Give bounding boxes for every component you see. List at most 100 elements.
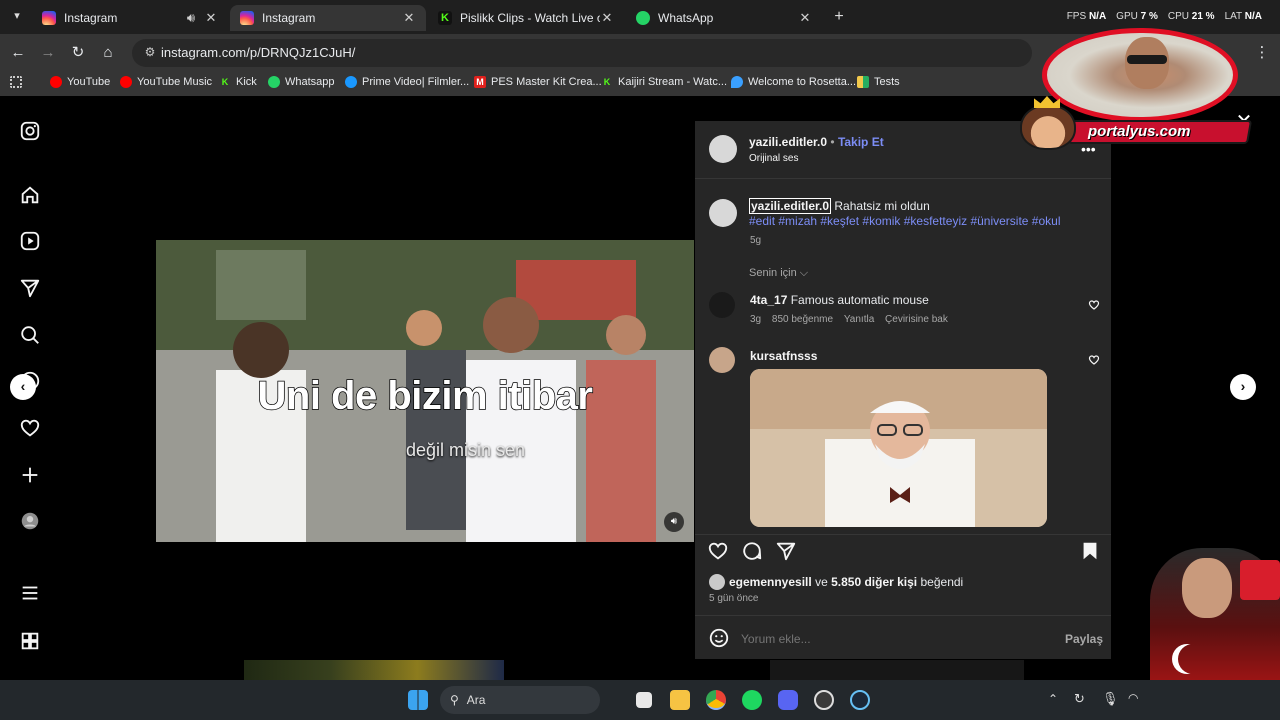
back-arrow-icon[interactable]: ← bbox=[8, 43, 28, 63]
taskbar-search[interactable]: ⚲ Ara bbox=[440, 686, 600, 714]
chrome-icon[interactable] bbox=[706, 690, 726, 710]
tab-search-chevron-icon[interactable]: ▾ bbox=[10, 9, 24, 23]
forward-arrow-icon[interactable]: → bbox=[38, 43, 58, 63]
fps-label: FPS bbox=[1066, 11, 1087, 22]
liked-by-username[interactable]: egemennyesill bbox=[729, 575, 812, 589]
windows-taskbar: ⚲ Ara ⌃ ↻ 🎙︎ ◠ bbox=[0, 680, 1280, 720]
caption-age: 5g bbox=[750, 235, 762, 246]
comment-input[interactable] bbox=[741, 629, 1041, 649]
comment-like-icon[interactable] bbox=[1088, 299, 1100, 311]
tab-instagram-1[interactable]: Instagram 🔊︎ ✕ bbox=[32, 5, 228, 31]
previous-post-button[interactable]: ‹ bbox=[10, 374, 36, 400]
bookmark-rosetta[interactable]: Welcome to Rosetta... bbox=[731, 76, 856, 88]
bookmark-tests[interactable]: Tests bbox=[857, 76, 900, 88]
tab-kick[interactable]: K Pislikk Clips - Watch Live on Kick ✕ bbox=[428, 5, 624, 31]
caption-block: yazili.editler.0 Rahatsiz mi oldun #edit… bbox=[749, 198, 1099, 229]
comment-username[interactable]: 4ta_17 bbox=[750, 293, 787, 307]
address-bar[interactable]: ⚙ instagram.com/p/DRNQJz1CJuH/ bbox=[132, 39, 1032, 67]
see-translation-button[interactable]: Çevirisine bak bbox=[885, 314, 948, 325]
threads-grid-icon[interactable] bbox=[19, 630, 41, 652]
site-info-icon[interactable]: ⚙ bbox=[142, 45, 158, 61]
task-view-icon[interactable] bbox=[636, 692, 652, 708]
bookmark-kick[interactable]: K Kick bbox=[219, 76, 257, 88]
tray-sync-icon[interactable]: ↻ bbox=[1074, 691, 1085, 707]
liked-by-count[interactable]: 5.850 diğer kişi bbox=[831, 575, 917, 589]
tray-microphone-icon[interactable]: 🎙︎ bbox=[1102, 691, 1119, 707]
speaker-icon[interactable]: 🔊︎ bbox=[184, 10, 198, 26]
comment-text: Famous automatic mouse bbox=[790, 293, 929, 307]
tray-wifi-icon[interactable]: ◠ bbox=[1128, 691, 1138, 705]
close-icon[interactable]: ✕ bbox=[798, 10, 812, 26]
bookmark-whatsapp[interactable]: Whatsapp bbox=[268, 76, 335, 88]
caption-text: Rahatsiz mi oldun bbox=[834, 199, 930, 213]
comment-avatar[interactable] bbox=[709, 347, 735, 373]
comment-gif-image[interactable] bbox=[750, 369, 1047, 527]
kick-icon: K bbox=[221, 77, 229, 87]
reload-icon[interactable]: ↻ bbox=[68, 43, 88, 63]
post-detail-panel: yazili.editler.0 • Takip Et Orijinal ses… bbox=[695, 121, 1111, 659]
audio-label[interactable]: Orijinal ses bbox=[749, 153, 798, 164]
steam-icon[interactable] bbox=[850, 690, 870, 710]
tray-chevron-up-icon[interactable]: ⌃ bbox=[1048, 692, 1058, 706]
comment-bubble-icon[interactable] bbox=[741, 540, 763, 562]
new-tab-button[interactable]: + bbox=[830, 8, 848, 26]
obs-icon[interactable] bbox=[814, 690, 834, 710]
reels-icon[interactable] bbox=[19, 230, 41, 252]
close-icon[interactable]: ✕ bbox=[204, 10, 218, 26]
windows-start-icon[interactable] bbox=[408, 690, 428, 710]
create-plus-icon[interactable] bbox=[19, 464, 41, 486]
whatsapp-icon bbox=[268, 76, 280, 88]
character-face bbox=[1182, 558, 1232, 618]
comment-likes[interactable]: 850 beğenme bbox=[772, 314, 833, 325]
spotify-icon[interactable] bbox=[742, 690, 762, 710]
close-icon[interactable]: ✕ bbox=[600, 10, 614, 26]
bookmark-label: Whatsapp bbox=[285, 76, 335, 88]
menu-lines-icon[interactable] bbox=[19, 582, 41, 604]
heart-icon[interactable] bbox=[19, 417, 41, 439]
follow-button[interactable]: Takip Et bbox=[838, 135, 884, 149]
send-icon[interactable] bbox=[19, 277, 41, 299]
apps-grid-icon[interactable] bbox=[10, 76, 27, 88]
comment-like-icon[interactable] bbox=[1088, 354, 1100, 366]
author-username[interactable]: yazili.editler.0 bbox=[749, 135, 827, 149]
bookmark-pes-master[interactable]: M PES Master Kit Crea... bbox=[474, 76, 602, 88]
youtube-music-icon bbox=[120, 76, 132, 88]
author-avatar[interactable] bbox=[709, 135, 737, 163]
comment-avatar[interactable] bbox=[709, 292, 735, 318]
next-post-button[interactable]: › bbox=[1230, 374, 1256, 400]
discord-icon[interactable] bbox=[778, 690, 798, 710]
bookmark-kaijiri-stream[interactable]: K Kaijiri Stream - Watc... bbox=[601, 76, 727, 88]
share-send-icon[interactable] bbox=[775, 540, 797, 562]
tab-strip: ▾ Instagram 🔊︎ ✕ Instagram ✕ K Pislikk C… bbox=[0, 0, 1280, 34]
tab-title: Pislikk Clips - Watch Live on Kick bbox=[460, 11, 600, 25]
actions-divider bbox=[695, 534, 1111, 535]
like-heart-icon[interactable] bbox=[707, 540, 729, 562]
reply-button[interactable]: Yanıtla bbox=[844, 314, 874, 325]
search-icon[interactable] bbox=[19, 324, 41, 346]
bookmark-youtube[interactable]: YouTube bbox=[50, 76, 110, 88]
save-bookmark-icon[interactable] bbox=[1079, 540, 1101, 562]
close-icon[interactable]: ✕ bbox=[402, 10, 416, 26]
profile-avatar-icon[interactable] bbox=[19, 510, 41, 532]
post-comment-button[interactable]: Paylaş bbox=[1065, 632, 1103, 646]
liked-by-line: egemennyesill ve 5.850 diğer kişi beğend… bbox=[729, 575, 963, 589]
caption-hashtags[interactable]: #edit #mizah #keşfet #komik #kesfetteyiz… bbox=[749, 214, 1061, 228]
instagram-logo-icon[interactable] bbox=[19, 120, 41, 142]
emoji-icon[interactable] bbox=[708, 627, 730, 649]
file-explorer-icon[interactable] bbox=[670, 690, 690, 710]
caption-author-avatar[interactable] bbox=[709, 199, 737, 227]
caption-username[interactable]: yazili.editler.0 bbox=[749, 198, 832, 214]
bookmark-prime-video[interactable]: Prime Video| Filmler... bbox=[345, 76, 469, 88]
tab-whatsapp[interactable]: WhatsApp ✕ bbox=[626, 5, 822, 31]
comment-filter-dropdown[interactable]: Senin için ⌵ bbox=[749, 267, 808, 280]
mute-toggle-icon[interactable]: 🔊︎ bbox=[664, 512, 684, 532]
home-icon[interactable]: ⌂ bbox=[98, 43, 118, 63]
comment-username[interactable]: kursatfnsss bbox=[750, 349, 817, 363]
menu-dots-icon[interactable]: ⋮ bbox=[1252, 43, 1272, 63]
liker-avatar[interactable] bbox=[709, 574, 725, 590]
bookmark-youtube-music[interactable]: YouTube Music bbox=[120, 76, 212, 88]
home-icon[interactable] bbox=[19, 184, 41, 206]
post-video[interactable]: Uni de bizim itibar değil misin sen 🔊︎ bbox=[156, 240, 694, 542]
tab-instagram-2[interactable]: Instagram ✕ bbox=[230, 5, 426, 31]
comment-body: 4ta_17 Famous automatic mouse bbox=[750, 293, 929, 307]
